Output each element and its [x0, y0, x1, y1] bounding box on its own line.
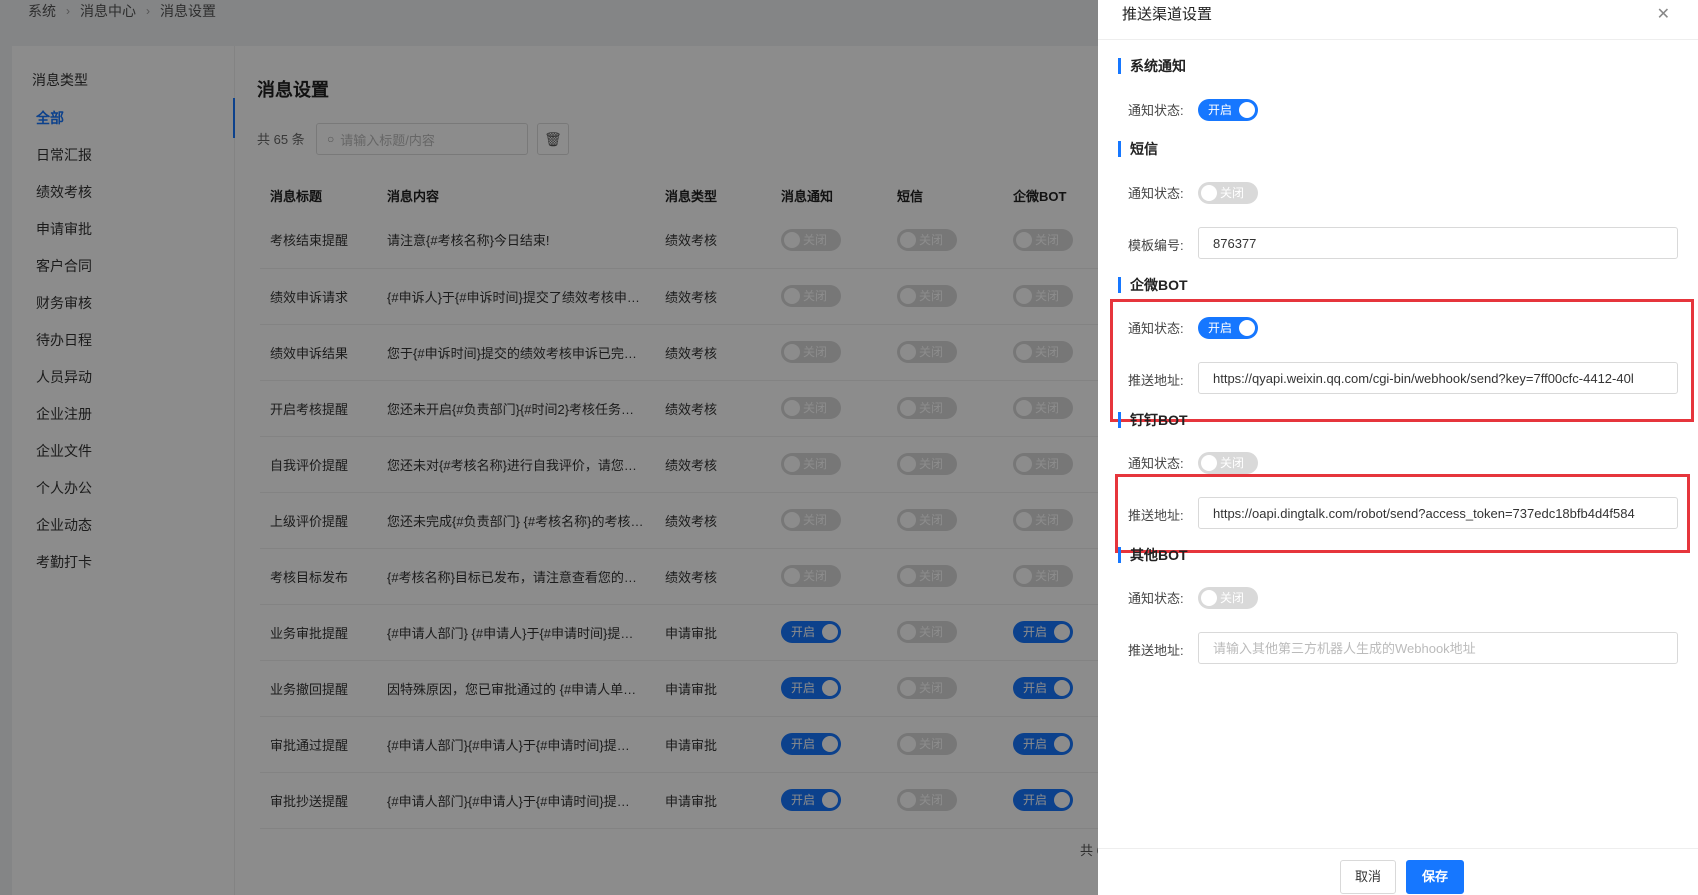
highlight-box-wecom — [1110, 299, 1694, 422]
url-label: 推送地址: — [1128, 373, 1184, 388]
sms-template-field[interactable] — [1198, 227, 1678, 259]
url-label: 推送地址: — [1128, 643, 1184, 658]
drawer-title: 推送渠道设置 — [1122, 6, 1213, 23]
cancel-button[interactable]: 取消 — [1340, 860, 1396, 894]
status-label: 通知状态: — [1128, 456, 1184, 471]
drawer-header: 推送渠道设置 ✕ — [1098, 0, 1698, 40]
status-label: 通知状态: — [1128, 186, 1184, 201]
sms-toggle[interactable]: 关闭 — [1198, 182, 1258, 204]
wecom-toggle[interactable]: 开启 — [1198, 317, 1258, 339]
system-notify-toggle[interactable]: 开启 — [1198, 99, 1258, 121]
dingtalk-toggle[interactable]: 关闭 — [1198, 452, 1258, 474]
close-icon[interactable]: ✕ — [1657, 4, 1670, 24]
drawer-footer: 取消 保存 — [1098, 848, 1698, 895]
section-title-system: 系统通知 — [1118, 58, 1186, 74]
other-bot-toggle[interactable]: 关闭 — [1198, 587, 1258, 609]
wecom-webhook-field[interactable] — [1198, 362, 1678, 394]
status-label: 通知状态: — [1128, 103, 1184, 118]
section-title-wecom: 企微BOT — [1118, 277, 1188, 293]
status-label: 通知状态: — [1128, 321, 1184, 336]
template-label: 模板编号: — [1128, 238, 1184, 253]
url-label: 推送地址: — [1128, 508, 1184, 523]
push-channel-drawer: 推送渠道设置 ✕ 系统通知 通知状态: 开启 短信 通知状态: 关闭 模板编号:… — [1098, 0, 1698, 895]
dingtalk-webhook-field[interactable] — [1198, 497, 1678, 529]
section-title-other: 其他BOT — [1118, 547, 1188, 563]
save-button[interactable]: 保存 — [1406, 860, 1464, 894]
section-title-sms: 短信 — [1118, 141, 1158, 157]
other-webhook-field[interactable] — [1198, 632, 1678, 664]
section-title-dingtalk: 钉钉BOT — [1118, 412, 1188, 428]
status-label: 通知状态: — [1128, 591, 1184, 606]
